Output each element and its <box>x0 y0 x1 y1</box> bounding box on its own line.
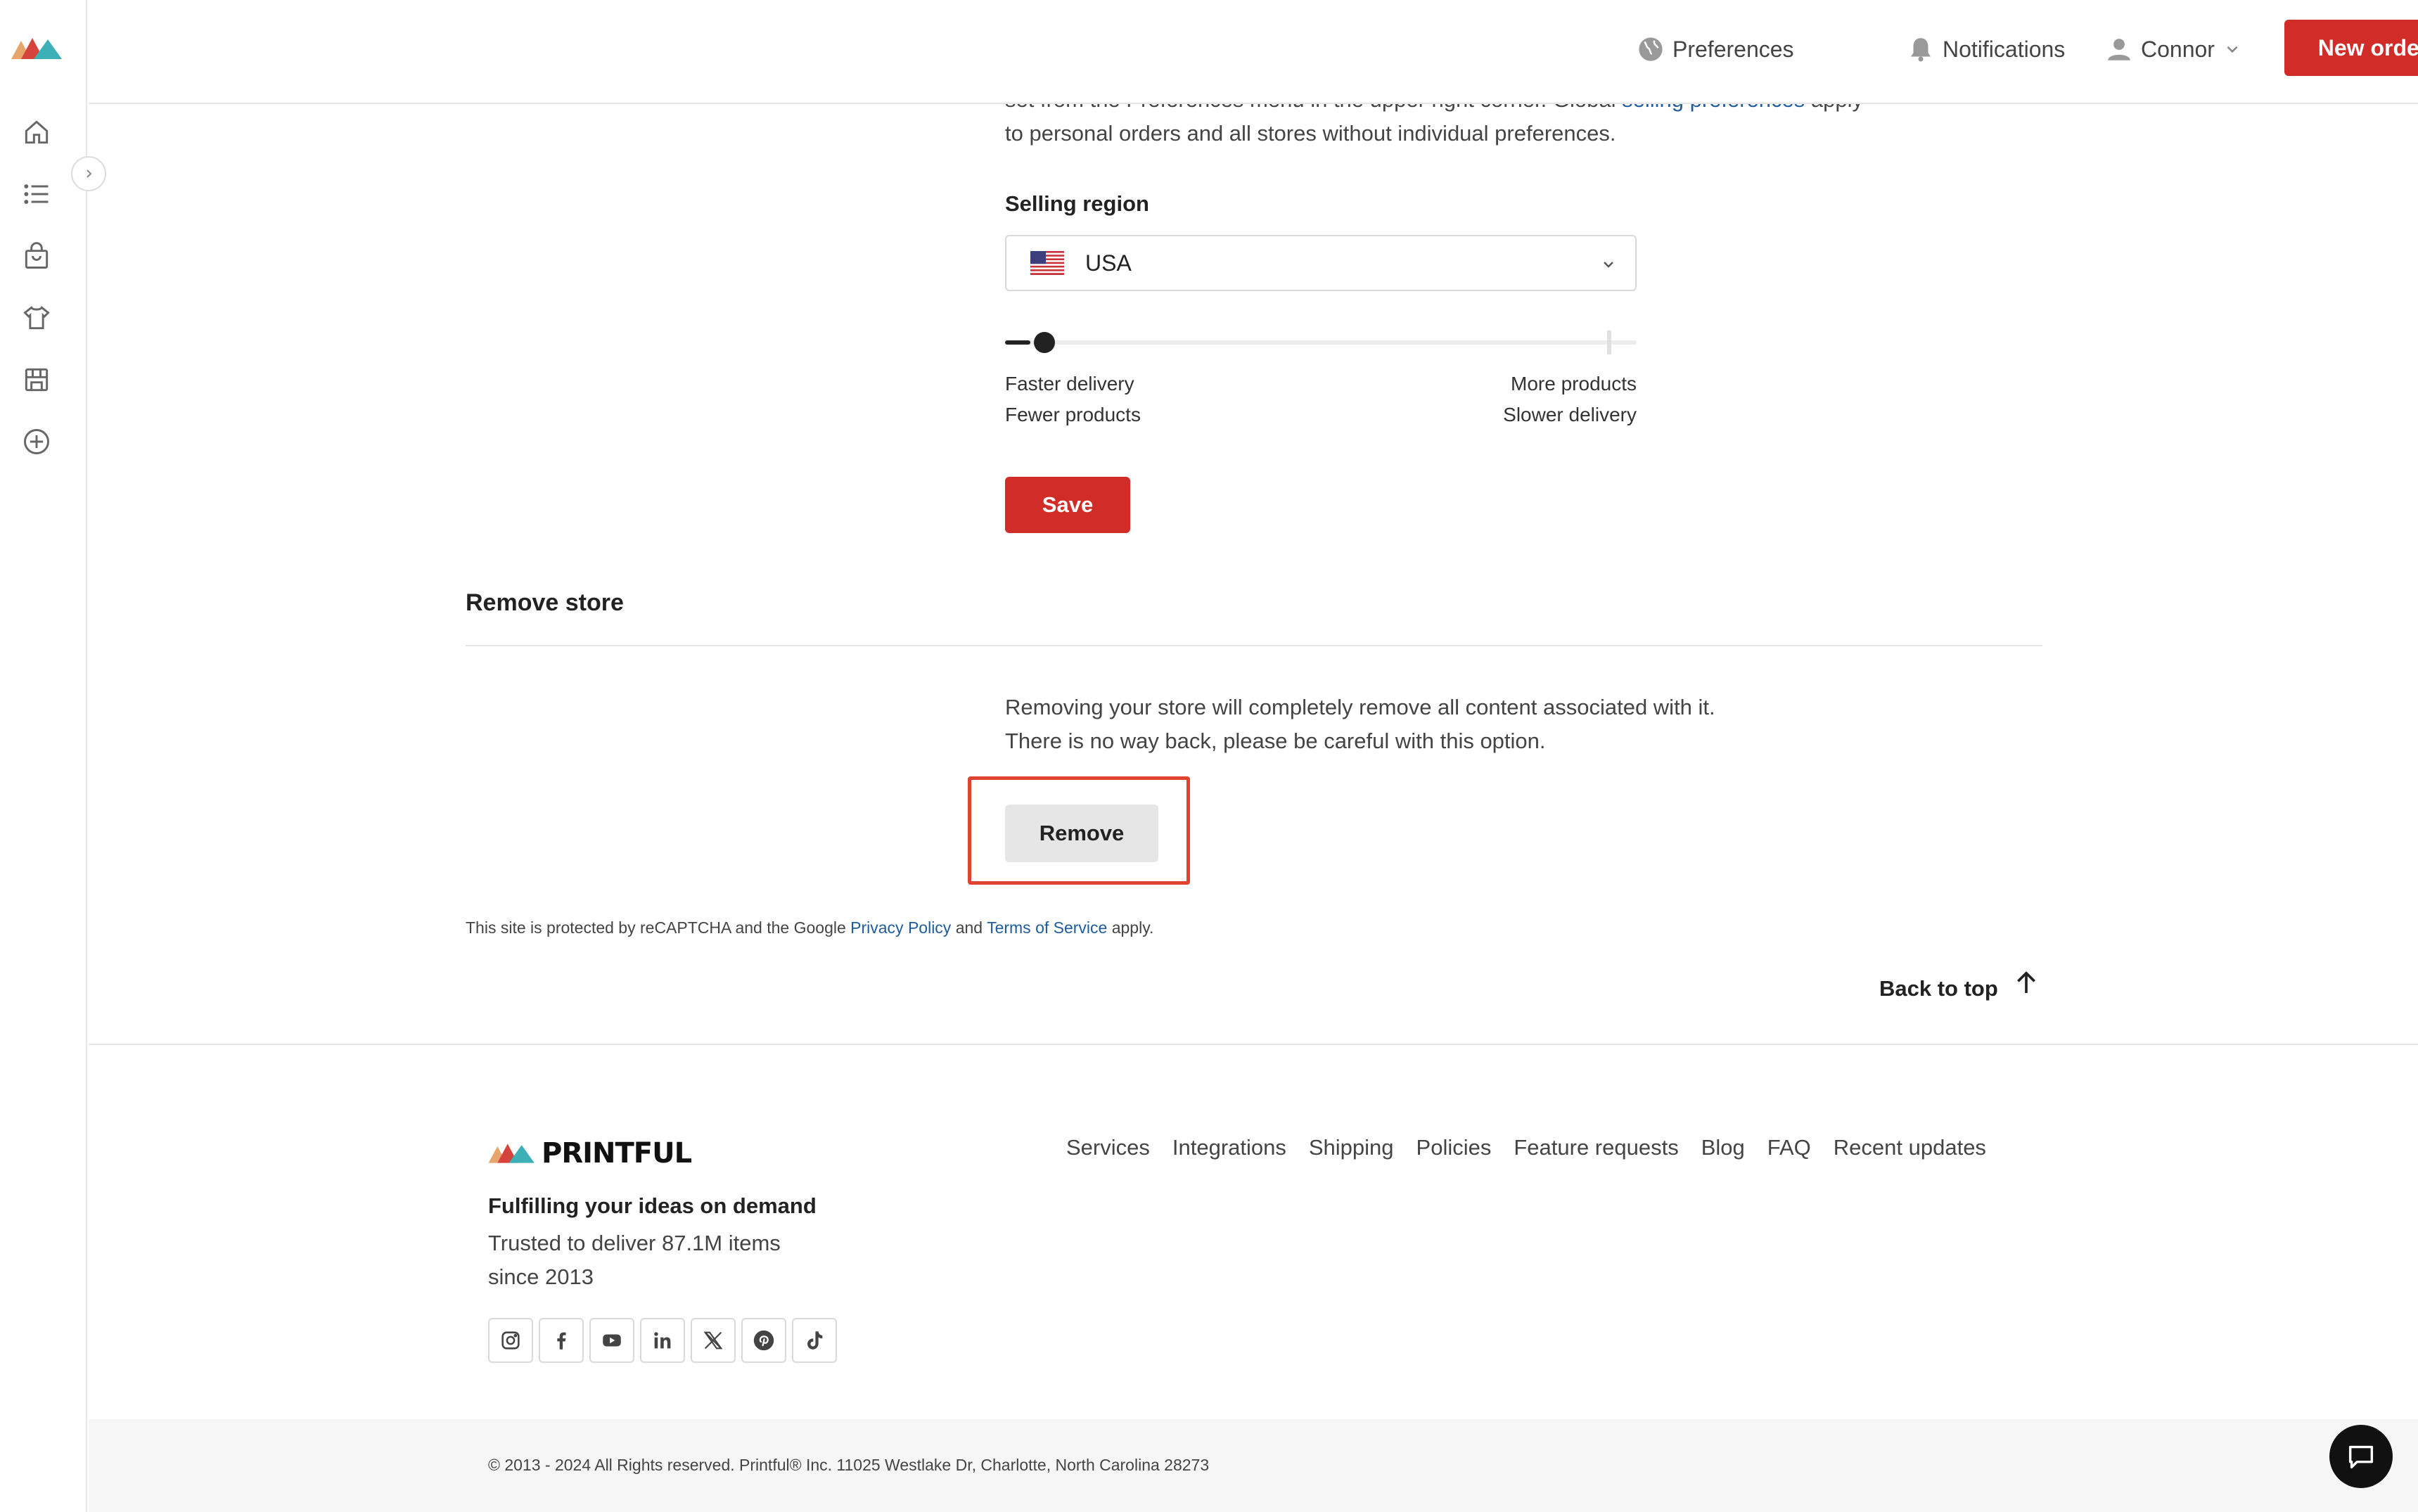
trust-line2: since 2013 <box>488 1264 594 1289</box>
footer-logo[interactable]: PRINTFUL <box>488 1137 692 1170</box>
printful-logo-icon <box>488 1143 535 1163</box>
remove-store-description: Removing your store will completely remo… <box>1005 691 1715 758</box>
recaptcha-text-middle: and <box>951 918 987 937</box>
instagram-icon <box>501 1331 520 1350</box>
faster-delivery-label: Faster delivery <box>1005 373 1134 395</box>
brand-name: PRINTFUL <box>542 1137 692 1170</box>
notifications-label: Notifications <box>1943 36 2066 62</box>
recaptcha-notice: This site is protected by reCAPTCHA and … <box>466 918 1153 937</box>
youtube-link[interactable] <box>589 1318 634 1363</box>
pinterest-icon <box>753 1330 774 1351</box>
tshirt-icon[interactable] <box>21 302 52 333</box>
section-divider <box>466 645 2042 646</box>
recaptcha-text-end: apply. <box>1107 918 1154 937</box>
linkedin-link[interactable] <box>640 1318 685 1363</box>
back-to-top-link[interactable]: Back to top <box>1879 968 2040 1010</box>
back-to-top-label: Back to top <box>1879 976 1998 1001</box>
footer-trust-text: Trusted to deliver 87.1M items since 201… <box>488 1226 826 1294</box>
list-icon[interactable] <box>21 179 52 210</box>
selling-region-select[interactable]: USA <box>1005 235 1637 291</box>
tiktok-link[interactable] <box>792 1318 837 1363</box>
slider-track <box>1005 340 1637 345</box>
chevron-right-icon <box>87 169 92 178</box>
fewer-products-label: Fewer products <box>1005 404 1141 425</box>
us-flag-icon <box>1030 251 1064 275</box>
footer-link-services[interactable]: Services <box>1066 1135 1150 1160</box>
sidebar <box>0 0 87 1512</box>
chat-icon <box>2348 1445 2374 1469</box>
facebook-icon <box>557 1332 566 1350</box>
delivery-products-slider[interactable] <box>1005 331 1637 354</box>
printful-logo-icon[interactable] <box>11 34 65 63</box>
youtube-icon <box>603 1334 621 1347</box>
facebook-link[interactable] <box>539 1318 584 1363</box>
globe-icon <box>1639 37 1663 61</box>
bag-icon[interactable] <box>21 241 52 271</box>
footer-link-feature-requests[interactable]: Feature requests <box>1514 1135 1678 1160</box>
x-icon <box>703 1331 723 1350</box>
selling-region-label: Selling region <box>1005 191 1149 216</box>
tiktok-icon <box>807 1331 823 1350</box>
chat-button[interactable] <box>2329 1425 2393 1488</box>
user-name: Connor <box>2141 36 2215 62</box>
slider-handle[interactable] <box>1034 332 1055 353</box>
expand-sidebar-button[interactable] <box>71 156 106 191</box>
remove-text-line1: Removing your store will completely remo… <box>1005 695 1715 719</box>
save-button[interactable]: Save <box>1005 477 1130 533</box>
slower-delivery-label: Slower delivery <box>1503 404 1637 425</box>
more-products-label: More products <box>1511 373 1637 395</box>
remove-store-button[interactable]: Remove <box>1005 805 1158 862</box>
x-twitter-link[interactable] <box>691 1318 736 1363</box>
footer-link-blog[interactable]: Blog <box>1701 1135 1745 1160</box>
region-value: USA <box>1085 250 1132 276</box>
privacy-policy-link[interactable]: Privacy Policy <box>850 918 951 937</box>
arrow-up-icon <box>2016 971 2035 993</box>
remove-text-line2: There is no way back, please be careful … <box>1005 729 1546 753</box>
copyright-bar <box>89 1419 2418 1512</box>
slider-end-tick <box>1607 331 1611 354</box>
intro-text-line2: to personal orders and all stores withou… <box>1005 121 1616 146</box>
store-icon[interactable] <box>21 364 52 395</box>
preferences-label: Preferences <box>1672 36 1794 62</box>
chevron-down-icon <box>1604 262 1613 268</box>
new-order-button[interactable]: New order <box>2284 20 2418 76</box>
recaptcha-text-start: This site is protected by reCAPTCHA and … <box>466 918 851 937</box>
footer-link-shipping[interactable]: Shipping <box>1309 1135 1394 1160</box>
footer-tagline: Fulfilling your ideas on demand <box>488 1193 817 1218</box>
footer-link-recent-updates[interactable]: Recent updates <box>1834 1135 1986 1160</box>
bell-icon <box>1911 38 1931 62</box>
footer-link-integrations[interactable]: Integrations <box>1172 1135 1286 1160</box>
notifications-button[interactable]: Notifications <box>1906 31 2065 68</box>
top-header: Preferences Notifications Connor New ord… <box>89 0 2418 104</box>
social-links <box>488 1318 837 1363</box>
linkedin-icon <box>654 1332 671 1349</box>
user-menu[interactable]: Connor <box>2104 31 2241 68</box>
preferences-button[interactable]: Preferences <box>1636 31 1794 68</box>
chevron-down-icon <box>2227 46 2238 53</box>
footer-link-policies[interactable]: Policies <box>1416 1135 1492 1160</box>
footer-divider <box>89 1044 2418 1045</box>
footer-link-faq[interactable]: FAQ <box>1767 1135 1811 1160</box>
pinterest-link[interactable] <box>741 1318 786 1363</box>
remove-store-heading: Remove store <box>466 589 624 616</box>
copyright-text: © 2013 - 2024 All Rights reserved. Print… <box>488 1456 1210 1474</box>
instagram-link[interactable] <box>488 1318 533 1363</box>
trust-line1: Trusted to deliver 87.1M items <box>488 1231 781 1255</box>
home-icon[interactable] <box>21 117 52 148</box>
user-icon <box>2108 39 2130 60</box>
plus-circle-icon[interactable] <box>21 426 52 457</box>
slider-fill <box>1005 340 1030 345</box>
footer-links: Services Integrations Shipping Policies … <box>1066 1135 1986 1160</box>
terms-of-service-link[interactable]: Terms of Service <box>987 918 1107 937</box>
